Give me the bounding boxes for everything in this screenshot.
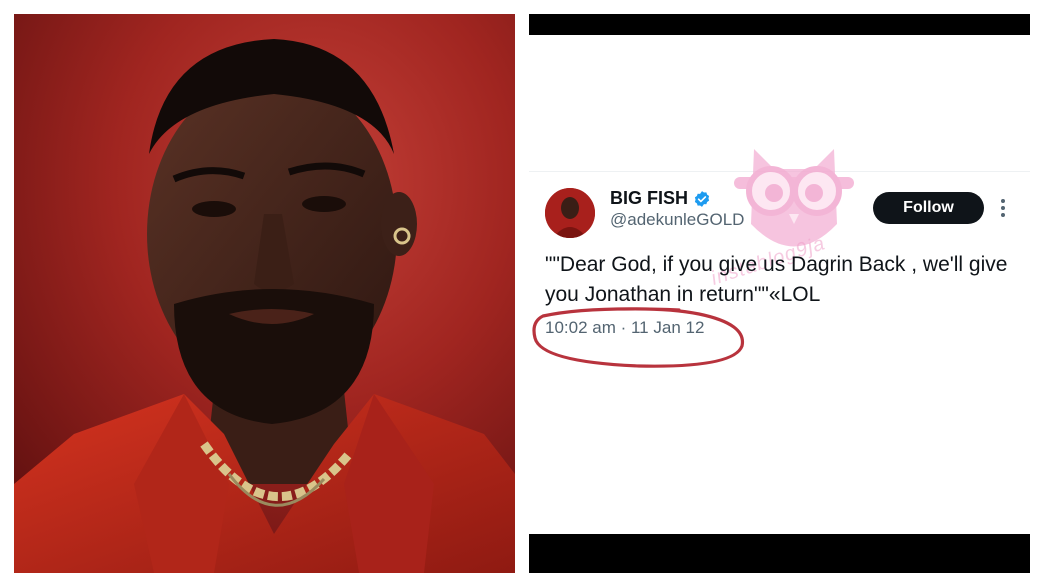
vertical-dots-icon	[1001, 199, 1005, 217]
avatar-image	[545, 188, 595, 238]
annotation-circle	[532, 307, 745, 368]
collage: instablog9ja BIG FISH @adekunleGOLD Foll…	[0, 0, 1044, 587]
display-name[interactable]: BIG FISH	[610, 188, 688, 209]
top-black-bar	[529, 14, 1030, 35]
more-options-icon[interactable]	[999, 196, 1007, 220]
avatar[interactable]	[545, 188, 595, 238]
follow-button[interactable]: Follow	[873, 192, 984, 224]
portrait-illustration	[14, 14, 515, 573]
verified-badge-icon	[694, 190, 710, 207]
bottom-black-bar	[529, 534, 1030, 573]
portrait-photo	[14, 14, 515, 573]
display-name-row: BIG FISH	[610, 188, 711, 209]
tweet-screenshot: instablog9ja BIG FISH @adekunleGOLD Foll…	[529, 14, 1030, 573]
tweet-text: ""Dear God, if you give us Dagrin Back ,…	[545, 253, 1008, 306]
tweet-timestamp[interactable]: 10:02 am · 11 Jan 12	[545, 318, 704, 338]
user-handle[interactable]: @adekunleGOLD	[610, 210, 744, 230]
